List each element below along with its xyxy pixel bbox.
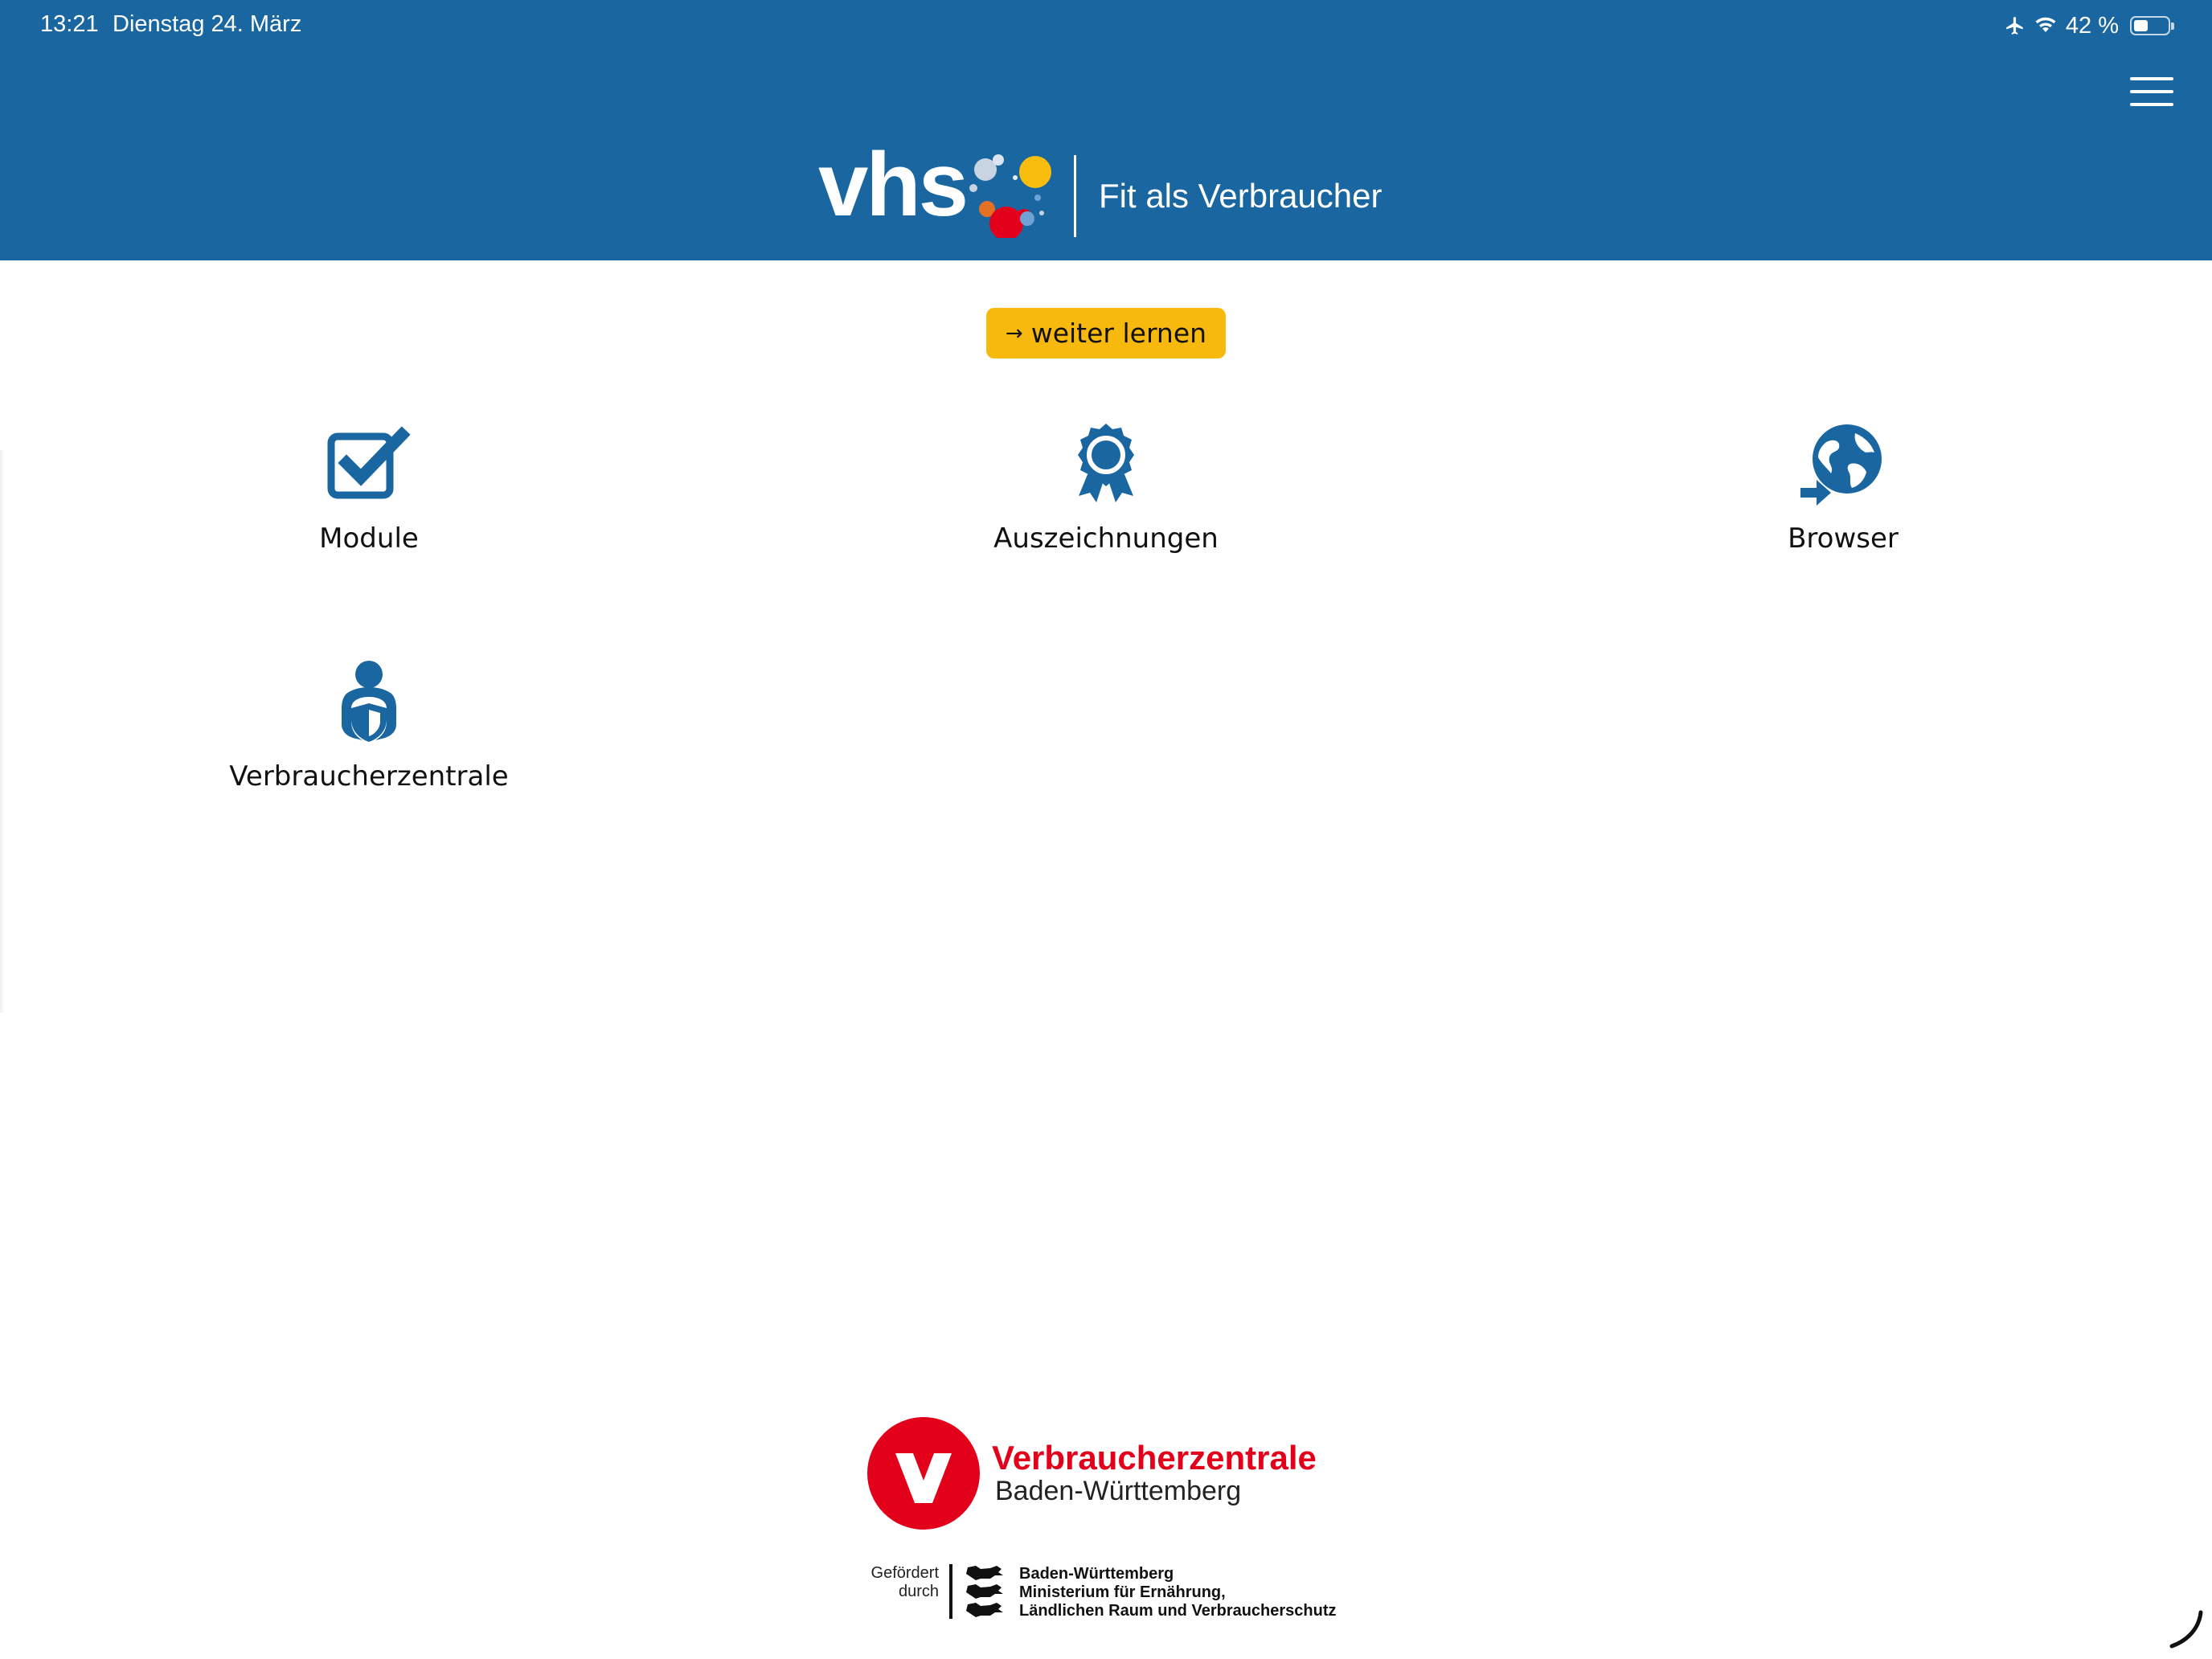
checkbox-icon: [325, 420, 413, 508]
continue-learning-button[interactable]: → weiter lernen: [986, 308, 1226, 358]
left-edge-shadow: [0, 450, 5, 1013]
tile-verbraucherzentrale-label: Verbraucherzentrale: [229, 760, 509, 793]
continue-learning-label: weiter lernen: [1030, 317, 1207, 349]
status-indicators: 42 %: [2005, 10, 2174, 42]
tile-module-label: Module: [319, 522, 419, 555]
funded-by-text: Gefördert durch: [870, 1564, 939, 1600]
verbraucherzentrale-logo: [867, 1417, 980, 1530]
arrow-right-icon: →: [1005, 321, 1023, 346]
lions-crest-icon: [966, 1566, 1003, 1617]
ministry-text: Baden-Württemberg Ministerium für Ernähr…: [1019, 1565, 1337, 1620]
tile-browser-label: Browser: [1788, 522, 1899, 555]
loading-spinner-icon: [2169, 1610, 2203, 1649]
tile-auszeichnungen[interactable]: Auszeichnungen: [921, 420, 1291, 564]
person-shield-icon: [325, 657, 413, 746]
app-title: Fit als Verbraucher: [1099, 177, 1382, 215]
tile-browser[interactable]: Browser: [1658, 420, 2028, 564]
battery-icon: [2130, 16, 2174, 35]
verbraucherzentrale-region: Baden-Württemberg: [995, 1476, 1242, 1506]
vhs-logo-dots: [969, 154, 1051, 238]
funded-divider: [949, 1564, 952, 1619]
status-time: 13:21: [40, 11, 99, 37]
status-date: Dienstag 24. März: [113, 11, 302, 37]
vhs-logo-text: vhs: [818, 134, 969, 235]
battery-level: [2134, 20, 2148, 31]
hamburger-menu-button[interactable]: [2130, 76, 2173, 108]
globe-icon: [1799, 420, 1887, 508]
battery-percentage: 42 %: [2065, 12, 2119, 39]
app-header: 13:21 Dienstag 24. März 42 % vhs Fit als…: [0, 0, 2212, 260]
tile-verbraucherzentrale[interactable]: Verbraucherzentrale: [184, 657, 554, 802]
logo-divider: [1074, 155, 1076, 237]
tile-auszeichnungen-label: Auszeichnungen: [993, 522, 1219, 555]
wifi-icon: [2034, 16, 2058, 35]
airplane-icon: [2005, 15, 2026, 36]
award-icon: [1062, 420, 1150, 508]
tile-module[interactable]: Module: [184, 420, 554, 564]
verbraucherzentrale-name: Verbraucherzentrale: [992, 1439, 1317, 1477]
